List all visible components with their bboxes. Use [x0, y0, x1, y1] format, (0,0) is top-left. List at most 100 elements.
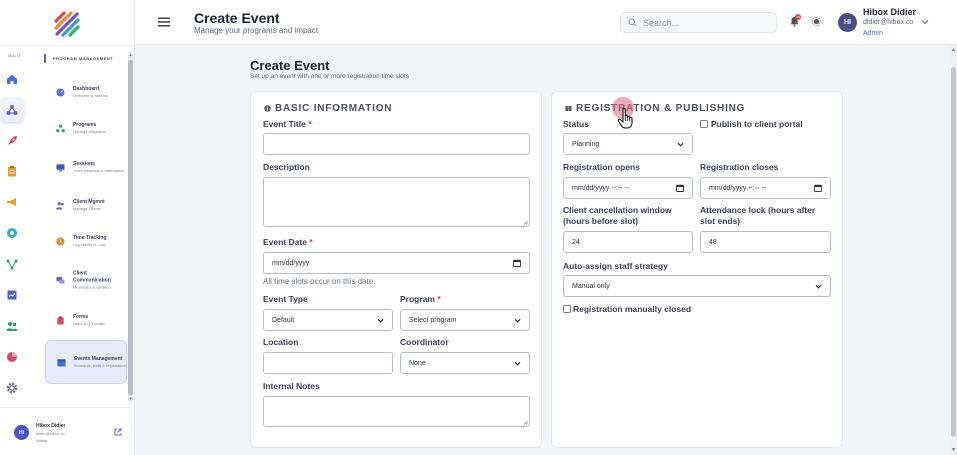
sidebar-item-sublabel: Manage programs	[73, 128, 106, 134]
report-icon	[7, 290, 17, 300]
event-title-label: Event Title *	[263, 119, 312, 130]
rail-settings[interactable]	[0, 376, 24, 400]
coordinator-label: Coordinator	[400, 337, 449, 347]
event-type-select[interactable]: Default	[263, 309, 393, 331]
attendance-lock-input[interactable]: 48	[700, 231, 831, 253]
target-icon	[7, 228, 17, 238]
datetime-value: mm/dd/yyyy --:-- --	[709, 184, 767, 192]
sidebar: MAIN PROGRAM MANAGEMENT Dashboard Overvi…	[0, 0, 135, 455]
chevron-down-icon[interactable]	[921, 18, 929, 26]
hamburger-menu-icon[interactable]	[158, 16, 170, 28]
sidebar-item-label: Dashboard	[73, 85, 100, 92]
rail-clipboard[interactable]	[0, 159, 24, 183]
required-mark: *	[437, 294, 441, 304]
chevron-down-icon	[514, 318, 521, 323]
rail-rocket[interactable]	[0, 129, 24, 153]
section-heading-text: REGISTRATION & PUBLISHING	[576, 103, 746, 114]
rail-pie[interactable]	[0, 345, 24, 369]
select-value: None	[409, 359, 426, 367]
rail-home[interactable]	[0, 67, 24, 91]
scroll-up-arrow[interactable]: ▲	[128, 52, 133, 58]
home-icon	[7, 74, 17, 84]
rail-users[interactable]	[0, 314, 24, 338]
coordinator-select[interactable]: None	[400, 352, 530, 374]
sidebar-scrollbar[interactable]: ▲ ▼	[128, 52, 133, 402]
sidebar-item-label: Forms	[73, 313, 89, 320]
sidebar-item-label: Client Mgmnt	[73, 198, 105, 205]
users-icon	[6, 322, 18, 331]
page-scroll-down-arrow[interactable]: ▼	[950, 447, 957, 453]
registration-closes-input[interactable]: mm/dd/yyyy --:-- --	[700, 177, 831, 199]
staff-strategy-select[interactable]: Manual only	[563, 275, 831, 297]
event-title-input[interactable]	[263, 133, 530, 155]
programs-icon	[55, 123, 65, 133]
resize-grip-icon[interactable]	[523, 220, 528, 225]
sidebar-item-sublabel: Log clients in / out	[73, 241, 106, 247]
status-select[interactable]: Planning	[563, 133, 693, 155]
sidebar-item-forms[interactable]: Forms Links & QR codes	[45, 298, 127, 342]
required-mark: *	[309, 237, 313, 247]
publish-checkbox[interactable]	[700, 120, 708, 128]
sidebar-user-name: Hibox Didier	[36, 423, 66, 429]
sidebar-item-events-management[interactable]: Events Management Schedule, slots & regis…	[45, 340, 127, 384]
required-mark: *	[308, 119, 312, 129]
registration-opens-input[interactable]: mm/dd/yyyy --:-- --	[563, 177, 693, 199]
external-link-icon[interactable]	[114, 428, 122, 436]
rail-graph[interactable]	[0, 252, 24, 276]
sidebar-scroll-thumb[interactable]	[128, 60, 133, 395]
publish-label[interactable]: Publish to client portal	[711, 119, 803, 130]
event-type-label: Event Type	[263, 294, 308, 304]
header-avatar[interactable]: HI	[838, 13, 857, 32]
theme-toggle-icon[interactable]	[812, 17, 821, 26]
search-input[interactable]	[620, 12, 777, 33]
scroll-down-arrow[interactable]: ▼	[128, 396, 133, 402]
pie-chart-icon	[7, 352, 17, 362]
header-user-name[interactable]: Hibox Didier	[863, 7, 916, 17]
manually-closed-label[interactable]: Registration manually closed	[573, 304, 691, 315]
status-label: Status	[563, 119, 589, 129]
sidebar-item-client-communication[interactable]: Client Communication Messages & updates	[45, 258, 127, 302]
sidebar-item-sublabel: Manage Clients	[73, 205, 101, 211]
manually-closed-checkbox[interactable]	[563, 305, 571, 313]
program-select[interactable]: Select program	[400, 309, 530, 331]
calendar-picker-icon[interactable]	[676, 184, 684, 192]
search-icon	[628, 18, 637, 27]
cancellation-window-input[interactable]: 24	[563, 231, 693, 253]
dashboard-icon	[55, 87, 65, 97]
location-input[interactable]	[263, 352, 393, 374]
label-text: Event Date	[263, 237, 307, 247]
internal-notes-textarea[interactable]	[263, 396, 530, 427]
rail-report[interactable]	[0, 283, 24, 307]
sidebar-divider	[0, 45, 135, 46]
calendar-picker-icon[interactable]	[513, 259, 521, 267]
page-title: Create Event	[250, 58, 330, 73]
date-value: mm/dd/yyyy	[272, 259, 310, 267]
profile-divider	[0, 407, 135, 408]
app-logo[interactable]	[52, 9, 82, 39]
sidebar-avatar[interactable]: HI	[14, 425, 29, 440]
location-label: Location	[263, 337, 299, 347]
info-icon	[264, 105, 271, 112]
calendar-picker-icon[interactable]	[814, 184, 822, 192]
sidebar-item-sublabel: Links & QR codes	[73, 320, 106, 326]
page-scrollbar[interactable]: ▲ ▼	[950, 45, 957, 455]
rail-megaphone[interactable]	[0, 190, 24, 214]
staff-strategy-label: Auto-assign staff strategy	[563, 261, 668, 271]
section-heading-text: BASIC INFORMATION	[275, 103, 393, 114]
sidebar-item-time-tracking[interactable]: Time Tracking Log clients in / out	[45, 219, 127, 263]
rocket-icon	[8, 136, 17, 145]
client-management-icon	[55, 200, 65, 210]
page-scroll-up-arrow[interactable]: ▲	[950, 47, 957, 53]
basic-information-heading: BASIC INFORMATION	[264, 103, 392, 114]
description-textarea[interactable]	[263, 177, 530, 227]
cancellation-window-label: Client cancellation window (hours before…	[563, 205, 672, 226]
event-date-input[interactable]: mm/dd/yyyy	[263, 252, 530, 274]
rail-programs[interactable]	[0, 98, 24, 122]
resize-grip-icon[interactable]	[523, 420, 528, 425]
rail-target[interactable]	[0, 221, 24, 245]
page-scroll-thumb[interactable]	[951, 67, 956, 437]
sidebar-item-programs[interactable]: Programs Manage programs	[45, 106, 127, 150]
sidebar-item-label: Programs	[73, 121, 97, 128]
sidebar-item-sublabel: Schedule, slots & registration	[74, 362, 126, 368]
registration-closes-label: Registration closes	[700, 162, 779, 172]
